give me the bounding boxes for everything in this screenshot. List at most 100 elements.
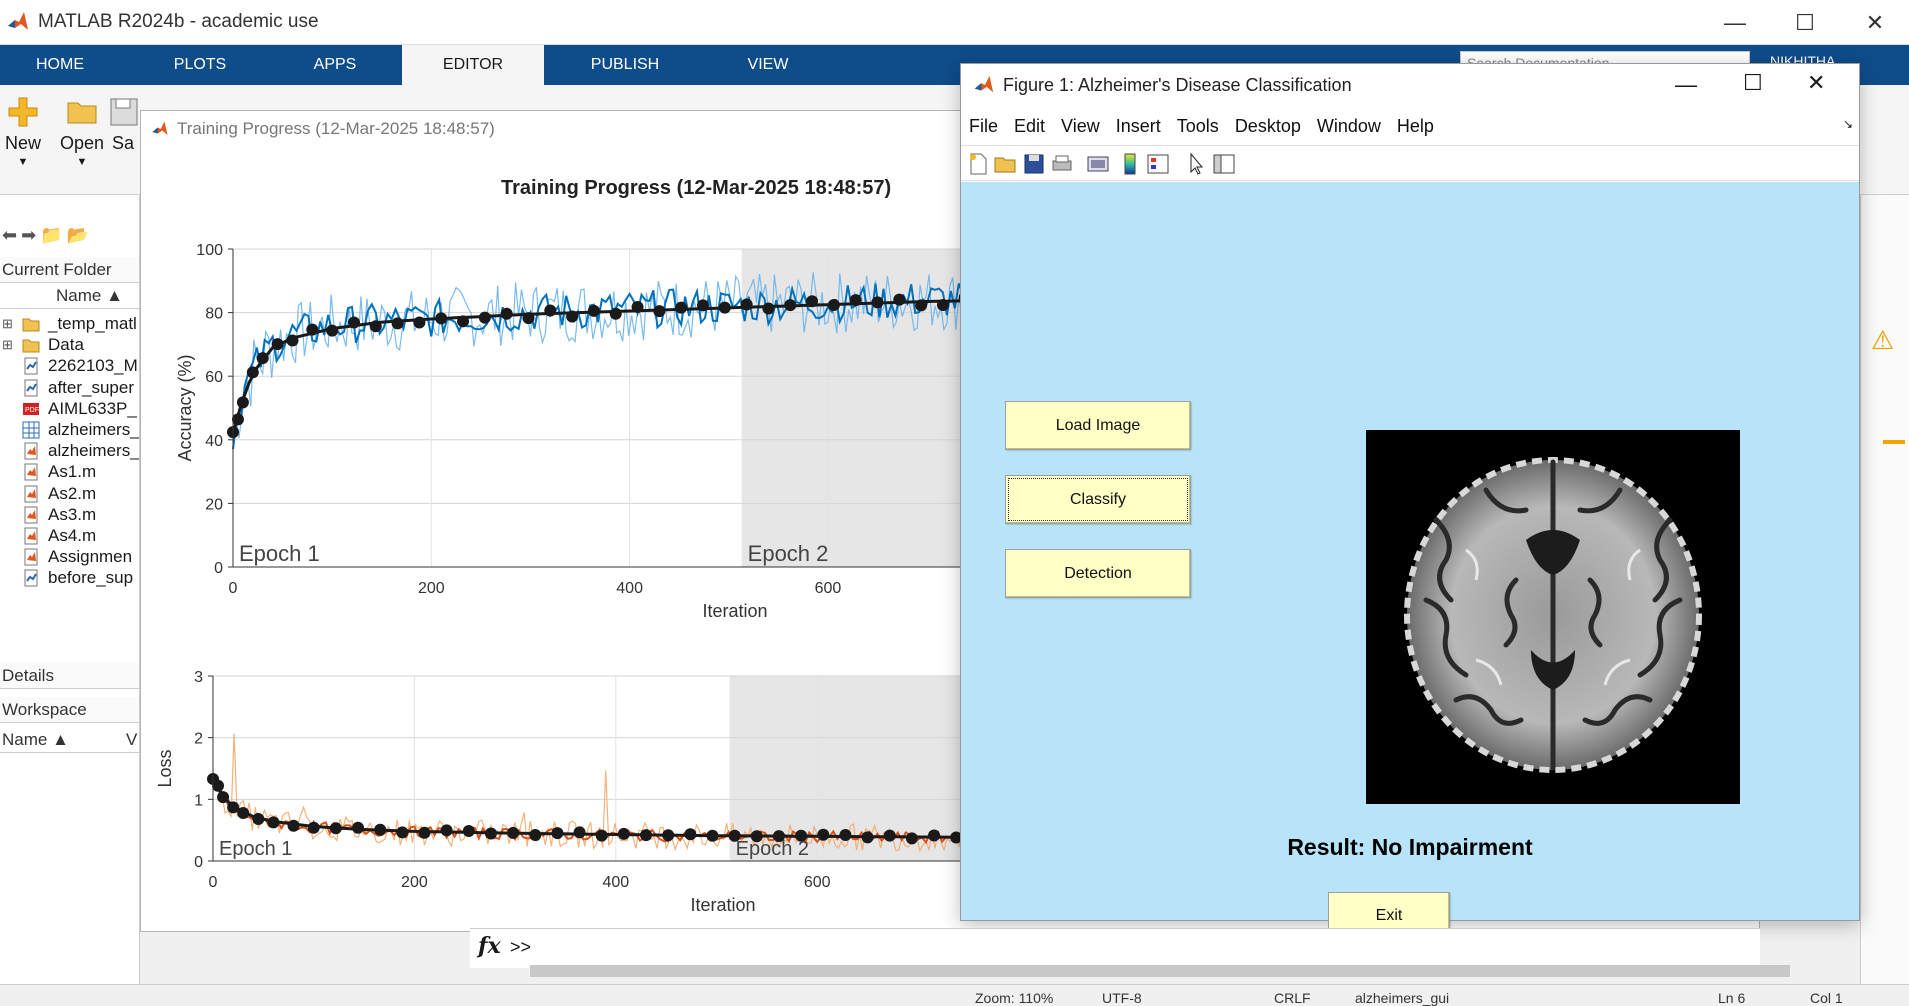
validation-point xyxy=(435,312,448,325)
validation-point xyxy=(352,821,365,834)
validation-point xyxy=(252,812,265,825)
validation-point xyxy=(396,826,409,839)
command-window[interactable]: fx >> xyxy=(470,928,1760,968)
validation-point xyxy=(236,396,249,409)
classify-button[interactable]: Classify xyxy=(1005,475,1191,524)
tab-home[interactable]: HOME xyxy=(0,45,120,85)
validation-point xyxy=(817,828,830,841)
up-folder-icon[interactable]: 📁 xyxy=(40,225,62,249)
forward-arrow-icon[interactable]: ➡ xyxy=(21,225,36,249)
validation-point xyxy=(286,334,299,347)
link-plot-icon[interactable] xyxy=(1085,152,1111,176)
save-button[interactable]: Sa xyxy=(105,95,141,154)
validation-point xyxy=(784,299,797,312)
pointer-icon[interactable] xyxy=(1183,152,1209,176)
validation-point xyxy=(544,304,557,317)
validation-point xyxy=(227,801,240,814)
menu-view[interactable]: View xyxy=(1061,116,1100,137)
validation-point xyxy=(522,312,535,325)
name-column-header[interactable]: Name ▲ xyxy=(0,283,139,309)
y-axis-label: Loss xyxy=(155,749,175,787)
tab-editor[interactable]: EDITOR xyxy=(402,45,544,85)
x-tick-label: 200 xyxy=(418,580,445,597)
fx-icon: fx xyxy=(478,933,501,959)
y-tick-label: 20 xyxy=(205,496,223,513)
m-file-icon xyxy=(24,485,38,503)
m-file-icon xyxy=(24,463,38,481)
workspace-name-column[interactable]: Name ▲ xyxy=(2,730,69,750)
menu-desktop[interactable]: Desktop xyxy=(1235,116,1301,137)
validation-point xyxy=(675,301,688,314)
epoch-label: Epoch 1 xyxy=(219,838,292,860)
tab-view[interactable]: VIEW xyxy=(708,45,828,85)
horizontal-scrollbar[interactable] xyxy=(530,965,1790,977)
expand-icon[interactable]: ⊞ xyxy=(2,316,13,332)
print-icon[interactable] xyxy=(1049,152,1075,176)
window-title: MATLAB R2024b - academic use xyxy=(38,11,319,32)
validation-point xyxy=(413,316,426,329)
property-editor-icon[interactable] xyxy=(1211,152,1237,176)
figure-minimize-button[interactable]: — xyxy=(1675,72,1697,98)
figure-close-button[interactable]: ✕ xyxy=(1807,70,1825,96)
folder-nav-toolbar: ⬅ ➡ 📁 📂 xyxy=(0,225,89,249)
x-axis-label: Iteration xyxy=(690,895,755,915)
epoch-label: Epoch 1 xyxy=(239,541,320,566)
validation-point xyxy=(329,822,342,835)
chevron-down-icon: ▼ xyxy=(76,156,88,168)
pdf-file-icon: PDF xyxy=(23,402,39,415)
tab-apps[interactable]: APPS xyxy=(275,45,395,85)
file-row[interactable]: before_sup xyxy=(0,565,139,591)
validation-point xyxy=(640,829,653,842)
back-arrow-icon[interactable]: ⬅ xyxy=(2,225,17,249)
x-tick-label: 400 xyxy=(602,874,629,891)
validation-point xyxy=(212,779,225,792)
menu-tools[interactable]: Tools xyxy=(1177,116,1219,137)
validation-point xyxy=(928,829,941,842)
validation-point xyxy=(271,338,284,351)
menu-file[interactable]: File xyxy=(969,116,998,137)
validation-point xyxy=(587,304,600,317)
menu-help[interactable]: Help xyxy=(1397,116,1434,137)
validation-point xyxy=(595,829,608,842)
epoch-label: Epoch 2 xyxy=(736,838,809,860)
colorbar-icon[interactable] xyxy=(1117,152,1143,176)
menu-insert[interactable]: Insert xyxy=(1116,116,1161,137)
x-tick-label: 600 xyxy=(815,580,842,597)
validation-point xyxy=(246,366,259,379)
dock-arrow-icon[interactable]: ↘ xyxy=(1843,117,1853,131)
details-header[interactable]: Details xyxy=(0,663,139,689)
validation-point xyxy=(653,305,666,318)
load-image-button[interactable]: Load Image xyxy=(1005,401,1191,450)
validation-point xyxy=(706,829,719,842)
figure-maximize-button[interactable]: ☐ xyxy=(1743,70,1763,96)
detection-button[interactable]: Detection xyxy=(1005,549,1191,598)
close-button[interactable]: ✕ xyxy=(1840,0,1909,45)
menu-window[interactable]: Window xyxy=(1317,116,1381,137)
matlab-logo-icon xyxy=(974,75,994,93)
validation-point xyxy=(740,298,753,311)
menu-edit[interactable]: Edit xyxy=(1014,116,1045,137)
svg-text:PDF: PDF xyxy=(25,407,39,414)
tab-publish[interactable]: PUBLISH xyxy=(565,45,685,85)
figure-toolbar xyxy=(961,145,1859,181)
validation-point xyxy=(326,324,339,337)
expand-icon[interactable]: ⊞ xyxy=(2,337,13,353)
validation-point xyxy=(893,293,906,306)
fig-file-icon xyxy=(24,379,38,397)
workspace-value-column[interactable]: V xyxy=(126,730,137,750)
browse-folder-icon[interactable]: 📂 xyxy=(67,225,89,249)
maximize-button[interactable]: ☐ xyxy=(1770,0,1840,45)
file-name: Data xyxy=(48,335,84,355)
legend-icon[interactable] xyxy=(1145,152,1171,176)
minimize-button[interactable]: — xyxy=(1700,0,1770,45)
save-icon[interactable] xyxy=(1021,152,1047,176)
file-name: As4.m xyxy=(48,526,97,545)
y-tick-label: 2 xyxy=(194,731,203,748)
validation-point xyxy=(306,323,319,336)
new-figure-icon[interactable] xyxy=(965,152,991,176)
open-file-icon[interactable] xyxy=(993,152,1019,176)
tab-plots[interactable]: PLOTS xyxy=(140,45,260,85)
brain-mri-image xyxy=(1404,457,1702,773)
fig-file-icon xyxy=(24,357,38,375)
y-tick-label: 0 xyxy=(214,560,223,577)
